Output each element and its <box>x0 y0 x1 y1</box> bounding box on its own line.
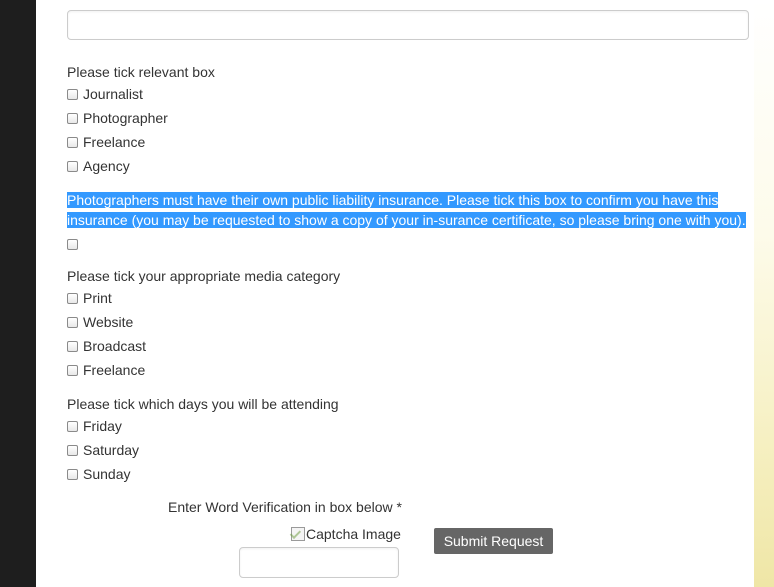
checkbox-label: Agency <box>83 158 130 174</box>
media-group-label: Please tick your appropriate media categ… <box>67 268 341 284</box>
checkbox-row-agency[interactable]: Agency <box>67 157 130 175</box>
checkbox-row-sunday[interactable]: Sunday <box>67 465 130 483</box>
agency-checkbox[interactable] <box>67 160 78 172</box>
photographer-checkbox[interactable] <box>67 112 78 124</box>
journalist-checkbox[interactable] <box>67 88 78 100</box>
checkbox-label: Journalist <box>83 86 143 102</box>
captcha-input[interactable] <box>239 547 399 578</box>
website-checkbox[interactable] <box>67 316 78 328</box>
insurance-notice-text: Photographers must have their own public… <box>67 192 746 228</box>
broken-image-icon <box>291 527 305 541</box>
checkbox-label: Broadcast <box>83 338 147 354</box>
checkbox-label: Saturday <box>83 442 140 458</box>
checkbox-row-saturday[interactable]: Saturday <box>67 441 139 459</box>
checkbox-row-media-freelance[interactable]: Freelance <box>67 361 145 379</box>
insurance-confirm-row[interactable] <box>67 235 78 253</box>
media-freelance-checkbox[interactable] <box>67 364 78 376</box>
broadcast-checkbox[interactable] <box>67 340 78 352</box>
top-text-input[interactable] <box>67 10 749 40</box>
checkbox-row-website[interactable]: Website <box>67 313 133 331</box>
freelance-checkbox[interactable] <box>67 136 78 148</box>
captcha-image: Captcha Image <box>291 525 401 543</box>
checkbox-label: Photographer <box>83 110 168 126</box>
role-group-label: Please tick relevant box <box>67 64 215 80</box>
checkbox-label: Print <box>83 290 112 306</box>
saturday-checkbox[interactable] <box>67 444 78 456</box>
checkbox-row-print[interactable]: Print <box>67 289 112 307</box>
left-dark-border <box>0 0 36 587</box>
submit-request-button[interactable]: Submit Request <box>434 528 553 554</box>
checkbox-row-freelance[interactable]: Freelance <box>67 133 145 151</box>
checkbox-label: Freelance <box>83 362 146 378</box>
verification-label: Enter Word Verification in box below * <box>168 499 402 515</box>
checkbox-row-journalist[interactable]: Journalist <box>67 85 143 103</box>
checkbox-row-photographer[interactable]: Photographer <box>67 109 168 127</box>
sunday-checkbox[interactable] <box>67 468 78 480</box>
checkbox-label: Sunday <box>83 466 131 482</box>
checkbox-label: Friday <box>83 418 122 434</box>
insurance-notice: Photographers must have their own public… <box>67 190 751 230</box>
friday-checkbox[interactable] <box>67 420 78 432</box>
insurance-confirm-checkbox[interactable] <box>67 238 78 250</box>
checkbox-label: Website <box>83 314 134 330</box>
checkbox-row-broadcast[interactable]: Broadcast <box>67 337 146 355</box>
right-background-strip <box>754 0 774 587</box>
captcha-alt-text: Captcha Image <box>306 526 401 542</box>
days-group-label: Please tick which days you will be atten… <box>67 396 339 412</box>
form-container: Please tick relevant box Journalist Phot… <box>36 0 754 587</box>
checkbox-label: Freelance <box>83 134 146 150</box>
print-checkbox[interactable] <box>67 292 78 304</box>
checkbox-row-friday[interactable]: Friday <box>67 417 122 435</box>
